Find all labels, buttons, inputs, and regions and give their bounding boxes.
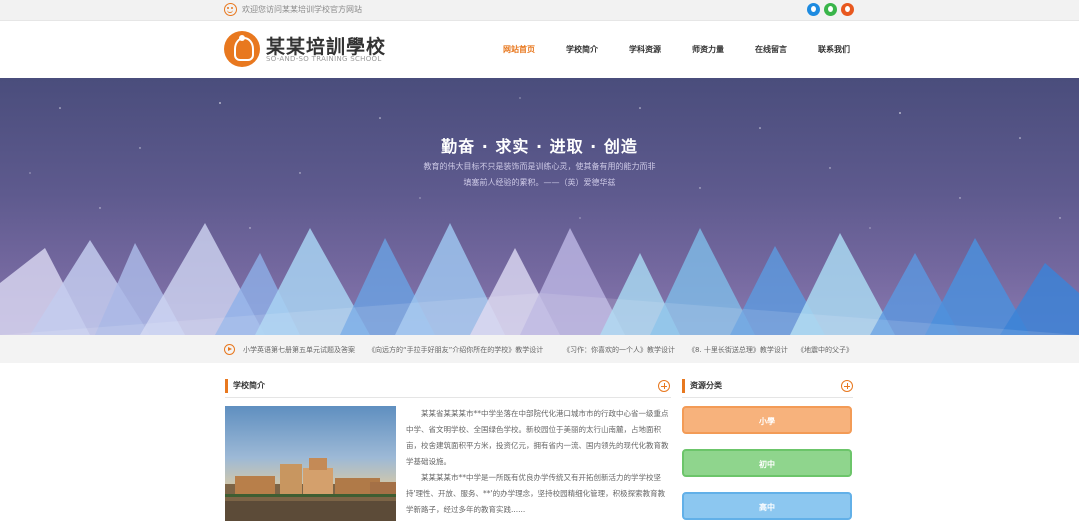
news-play-icon — [224, 344, 235, 355]
site-header: 某某培訓學校 SO-AND-SO TRAINING SCHOOL 网站首页 学校… — [0, 21, 1079, 78]
about-title: 学校简介 — [225, 379, 655, 393]
school-logo-icon[interactable] — [224, 31, 260, 67]
school-photo — [225, 406, 396, 521]
nav-resources[interactable]: 学科资源 — [629, 44, 661, 55]
smile-icon — [224, 3, 237, 16]
wechat-icon[interactable] — [824, 3, 837, 16]
news-item[interactable]: 《习作：你喜欢的一个人》教学设计 — [563, 345, 675, 355]
resources-more-plus-icon[interactable] — [841, 380, 853, 392]
about-paragraph-1: 某某省某某某市**中学坐落在中部院代化港口城市市的行政中心省一级重点中学、省文明… — [406, 409, 669, 466]
news-item[interactable]: 《8. 十里长街送总理》教学设计 — [688, 345, 788, 355]
banner-mountains — [0, 97, 1079, 335]
about-text: 某某省某某某市**中学坐落在中部院代化港口城市市的行政中心省一级重点中学、省文明… — [406, 406, 670, 518]
about-paragraph-2: 某某某某市**中学是一所既有优良办学传统又有开拓创新活力的学学校坚持'理性、开放… — [406, 473, 666, 514]
top-bar: 欢迎您访问某某培训学校官方网站 — [0, 0, 1079, 21]
nav-teachers[interactable]: 师资力量 — [692, 44, 724, 55]
nav-home[interactable]: 网站首页 — [503, 44, 535, 55]
qq-icon[interactable] — [807, 3, 820, 16]
banner-quote-line1: 教育的伟大目标不只是装饰而是训练心灵，使其备有用的能力而非 — [423, 162, 656, 171]
nav-contact[interactable]: 联系我们 — [818, 44, 850, 55]
hero-banner: 勤奋 · 求实 · 进取 · 创造 教育的伟大目标不只是装饰而是训练心灵，使其备… — [0, 78, 1079, 335]
about-more-plus-icon[interactable] — [658, 380, 670, 392]
news-item[interactable]: 《向远方的“手拉手好朋友”介绍你所在的学校》教学设计 — [368, 345, 543, 355]
school-building-illustration — [225, 458, 396, 521]
nav-about[interactable]: 学校简介 — [566, 44, 598, 55]
welcome-text: 欢迎您访问某某培训学校官方网站 — [242, 5, 362, 14]
banner-slogan: 勤奋 · 求实 · 进取 · 创造 — [441, 137, 638, 156]
weibo-icon[interactable] — [841, 3, 854, 16]
category-senior-button[interactable]: 高中 — [682, 492, 852, 520]
nav-message[interactable]: 在线留言 — [755, 44, 787, 55]
about-divider — [225, 397, 671, 398]
brand-name-en: SO-AND-SO TRAINING SCHOOL — [266, 55, 382, 63]
news-item[interactable]: 小学英语第七册第五单元试题及答案 — [243, 345, 355, 355]
resources-title: 资源分类 — [682, 379, 832, 393]
news-item[interactable]: 《地震中的父子》 — [797, 345, 853, 355]
category-primary-button[interactable]: 小學 — [682, 406, 852, 434]
news-ticker: 小学英语第七册第五单元试题及答案 《向远方的“手拉手好朋友”介绍你所在的学校》教… — [0, 335, 1079, 363]
resources-divider — [682, 397, 853, 398]
category-junior-button[interactable]: 初中 — [682, 449, 852, 477]
banner-quote-line2: 填塞前人经验的累积。——（英）爱德华兹 — [463, 178, 616, 187]
